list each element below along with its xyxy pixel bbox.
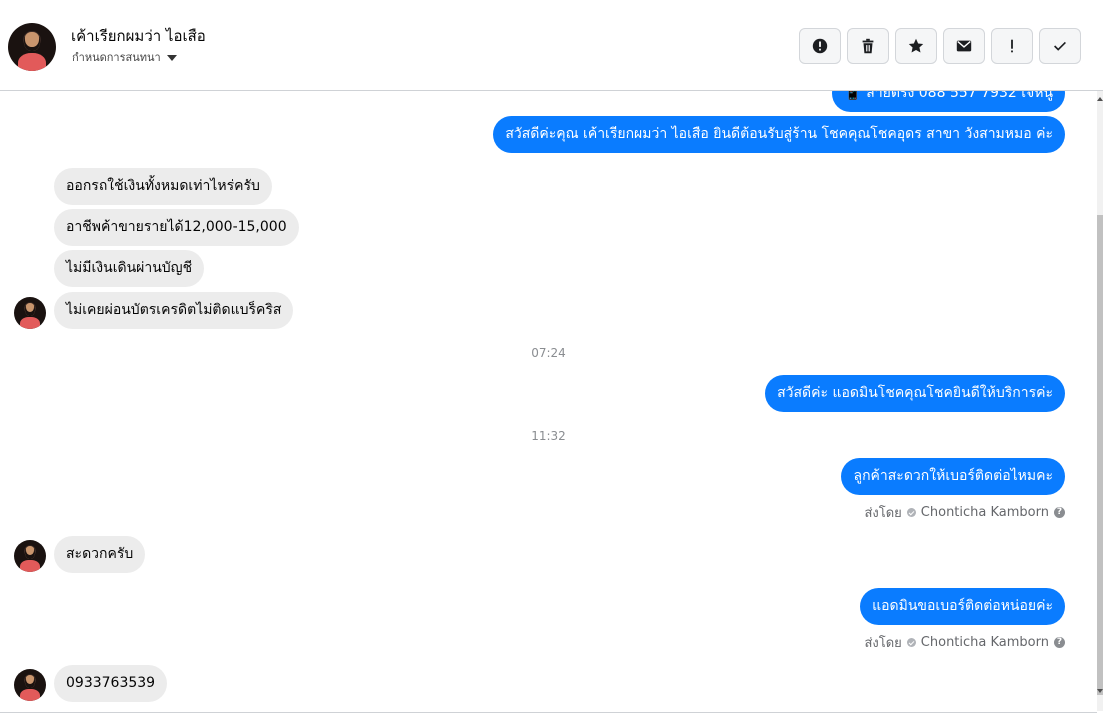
outgoing-message: ลูกค้าสะดวกให้เบอร์ติดต่อไหมคะ	[841, 458, 1065, 495]
header-actions	[799, 28, 1081, 64]
conversation-header: เค้าเรียกผมว่า ไอเสือ กำหนดการสนทนา	[0, 0, 1103, 91]
timestamp: 11:32	[531, 429, 566, 443]
trash-icon	[862, 38, 874, 54]
delete-button[interactable]	[847, 28, 889, 64]
manage-conversation-dropdown[interactable]: กำหนดการสนทนา	[72, 48, 177, 66]
incoming-message: ไม่เคยผ่อนบัตรเครดิตไม่ติดแบร็คริส	[54, 292, 294, 329]
incoming-message: อาชีพค้าขายรายได้12,000-15,000	[54, 209, 299, 246]
sender-avatar	[14, 297, 46, 329]
outgoing-message: สวัสดีค่ะคุณ เค้าเรียกผมว่า ไอเสือ ยินดี…	[493, 116, 1065, 153]
message-thread[interactable]: 📱 สายตรง 088 557 7932 เจ้หนู สวัสดีค่ะคุ…	[0, 91, 1097, 711]
mark-unread-button[interactable]	[943, 28, 985, 64]
contact-name[interactable]: เค้าเรียกผมว่า ไอเสือ	[71, 24, 206, 48]
outgoing-message: แอดมินขอเบอร์ติดต่อหน่อยค่ะ	[860, 588, 1065, 625]
scroll-down-arrow-icon[interactable]	[1097, 689, 1103, 693]
outgoing-message: สวัสดีค่ะ แอดมินโชคคุณโชคยินดีให้บริการค…	[765, 375, 1065, 412]
alert-circle-icon	[812, 38, 828, 54]
help-icon[interactable]: ?	[1054, 637, 1065, 648]
caret-down-icon	[166, 54, 177, 61]
sent-by-info: ส่งโดย Chonticha Kamborn ?	[864, 502, 1065, 523]
done-button[interactable]	[1039, 28, 1081, 64]
verified-icon	[906, 508, 916, 517]
sent-by-info: ส่งโดย Chonticha Kamborn ?	[864, 632, 1065, 653]
scroll-up-arrow-icon[interactable]	[1097, 97, 1103, 101]
incoming-message: ไม่มีเงินเดินผ่านบัญชี	[54, 250, 205, 287]
star-icon	[908, 38, 924, 53]
spam-button[interactable]	[799, 28, 841, 64]
divider	[0, 712, 1097, 713]
outgoing-message: 📱 สายตรง 088 557 7932 เจ้หนู	[832, 91, 1065, 112]
sent-by-name[interactable]: Chonticha Kamborn	[921, 505, 1049, 520]
exclamation-icon	[1011, 39, 1013, 53]
timestamp: 07:24	[531, 346, 566, 360]
sent-by-label: ส่งโดย	[864, 636, 902, 651]
scrollbar-thumb[interactable]	[1097, 215, 1103, 695]
incoming-message: ออกรถใช้เงินทั้งหมดเท่าไหร่ครับ	[54, 168, 272, 205]
incoming-message: สะดวกครับ	[54, 536, 146, 573]
star-button[interactable]	[895, 28, 937, 64]
follow-up-button[interactable]	[991, 28, 1033, 64]
checkmark-icon	[1054, 41, 1066, 51]
contact-avatar[interactable]	[8, 23, 56, 71]
help-icon[interactable]: ?	[1054, 507, 1065, 518]
sent-by-label: ส่งโดย	[864, 506, 902, 521]
verified-icon	[906, 638, 916, 647]
manage-conversation-label: กำหนดการสนทนา	[72, 51, 161, 64]
incoming-message: 0933763539	[54, 665, 168, 702]
envelope-icon	[956, 40, 972, 52]
sender-avatar	[14, 540, 46, 572]
sent-by-name[interactable]: Chonticha Kamborn	[921, 635, 1049, 650]
sender-avatar	[14, 669, 46, 701]
